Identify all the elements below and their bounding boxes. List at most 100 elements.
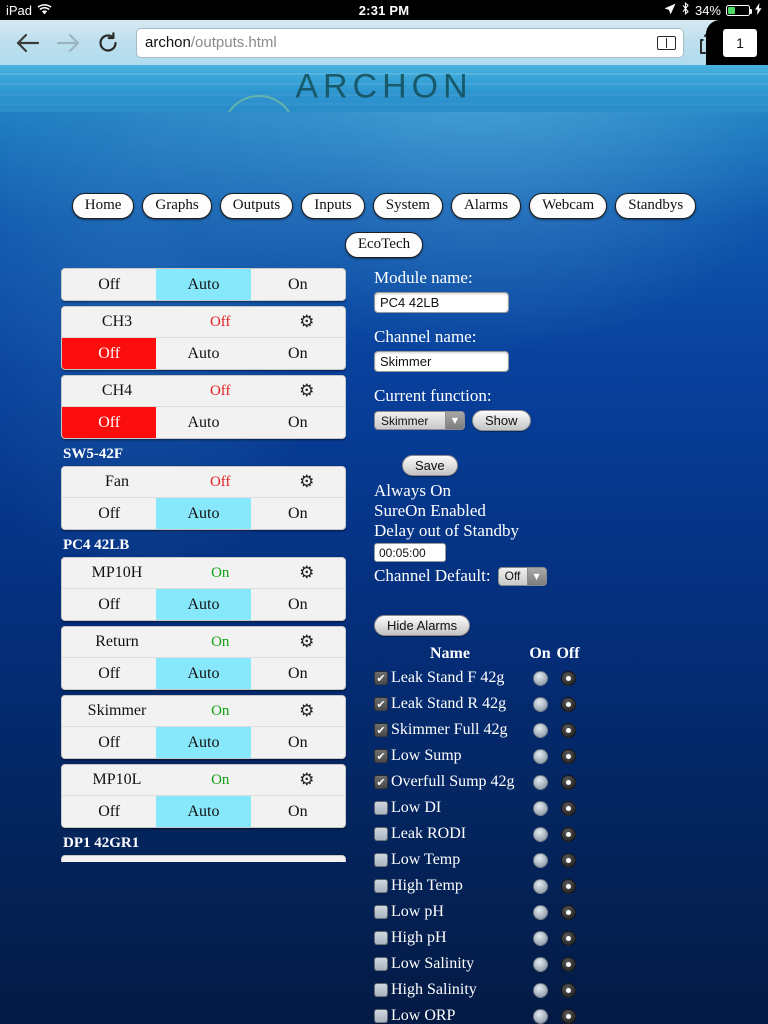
alarm-enable-checkbox[interactable]: ✔ — [374, 697, 388, 712]
channel-mode-on-button[interactable]: On — [251, 338, 345, 369]
alarm-off-radio[interactable] — [560, 670, 576, 686]
alarm-off-radio[interactable] — [560, 956, 576, 972]
channel-mode-on-button[interactable]: On — [251, 727, 345, 758]
alarm-on-radio[interactable] — [532, 800, 548, 816]
gear-icon[interactable]: ⚙ — [270, 382, 343, 400]
channel-mode-auto-button[interactable]: Auto — [156, 727, 251, 758]
alarm-on-radio[interactable] — [532, 670, 548, 686]
alarm-enable-checkbox[interactable] — [374, 983, 388, 998]
tab-count-button[interactable]: 1 — [723, 28, 757, 57]
channel-mode-auto-button[interactable]: Auto — [156, 338, 250, 369]
alarm-off-radio[interactable] — [560, 878, 576, 894]
alarm-on-radio[interactable] — [532, 930, 548, 946]
alarm-enable-checkbox[interactable] — [374, 1009, 388, 1024]
alarm-on-radio[interactable] — [532, 696, 548, 712]
alarm-row: High Temp — [374, 873, 714, 899]
alarm-off-radio[interactable] — [560, 826, 576, 842]
nav-button-system[interactable]: System — [372, 193, 443, 219]
gear-icon[interactable]: ⚙ — [270, 564, 343, 582]
channel-mode-off-button[interactable]: Off — [62, 589, 156, 620]
nav-button-graphs[interactable]: Graphs — [142, 193, 212, 219]
save-button[interactable]: Save — [402, 455, 458, 476]
channel-default-select[interactable]: Off ▼ — [497, 566, 547, 586]
alarm-enable-checkbox[interactable] — [374, 931, 388, 946]
channel-mode-on-button[interactable]: On — [251, 589, 345, 620]
module-name-input[interactable] — [374, 292, 509, 313]
channel-mode-on-button[interactable]: On — [251, 498, 345, 529]
nav-button-webcam[interactable]: Webcam — [529, 193, 608, 219]
channel-mode-off-button[interactable]: Off — [62, 338, 157, 369]
alarm-off-radio[interactable] — [560, 904, 576, 920]
alarm-enable-checkbox[interactable]: ✔ — [374, 671, 388, 686]
back-arrow-icon[interactable] — [8, 23, 48, 63]
alarm-enable-checkbox[interactable] — [374, 879, 388, 894]
alarm-on-radio[interactable] — [532, 956, 548, 972]
alarm-enable-checkbox[interactable] — [374, 905, 388, 920]
alarm-enable-checkbox[interactable] — [374, 853, 388, 868]
address-bar[interactable]: archon/outputs.html — [136, 27, 684, 58]
alarm-off-radio[interactable] — [560, 696, 576, 712]
reader-view-icon[interactable] — [657, 35, 676, 50]
current-function-select[interactable]: Skimmer ▼ — [374, 411, 465, 430]
nav-button-inputs[interactable]: Inputs — [301, 193, 365, 219]
alarm-on-radio[interactable] — [532, 852, 548, 868]
alarm-off-radio[interactable] — [560, 800, 576, 816]
channel-mode-on-button[interactable]: On — [251, 407, 345, 438]
channel-mode-off-button[interactable]: Off — [62, 796, 156, 827]
alarm-off-radio[interactable] — [560, 722, 576, 738]
gear-icon[interactable]: ⚙ — [270, 702, 343, 720]
alarm-off-radio-cell — [554, 956, 582, 972]
show-button[interactable]: Show — [472, 410, 531, 431]
channel-name-input[interactable] — [374, 351, 509, 372]
alarm-on-radio[interactable] — [532, 722, 548, 738]
gear-icon[interactable]: ⚙ — [270, 473, 343, 491]
gear-icon[interactable]: ⚙ — [270, 313, 343, 331]
alarm-enable-checkbox[interactable]: ✔ — [374, 723, 388, 738]
alarm-on-radio[interactable] — [532, 982, 548, 998]
alarm-enable-checkbox[interactable]: ✔ — [374, 775, 388, 790]
alarm-on-radio[interactable] — [532, 826, 548, 842]
alarm-on-radio[interactable] — [532, 1008, 548, 1024]
alarm-off-radio[interactable] — [560, 930, 576, 946]
alarm-on-radio[interactable] — [532, 748, 548, 764]
channel-mode-auto-button[interactable]: Auto — [156, 658, 251, 689]
delay-time-input[interactable] — [374, 543, 446, 563]
alarm-enable-checkbox[interactable] — [374, 827, 388, 842]
alarm-off-radio[interactable] — [560, 852, 576, 868]
hide-alarms-button[interactable]: Hide Alarms — [374, 615, 471, 637]
alarm-off-radio[interactable] — [560, 774, 576, 790]
channel-mode-off-button[interactable]: Off — [62, 498, 156, 529]
channel-mode-off-button[interactable]: Off — [62, 269, 156, 300]
channel-mode-off-button[interactable]: Off — [62, 407, 157, 438]
alarm-off-radio[interactable] — [560, 1008, 576, 1024]
alarm-on-radio[interactable] — [532, 774, 548, 790]
channel-mode-auto-button[interactable]: Auto — [156, 407, 250, 438]
gear-icon[interactable]: ⚙ — [270, 633, 343, 651]
nav-button-home[interactable]: Home — [71, 193, 135, 219]
nav-button-alarms[interactable]: Alarms — [450, 193, 522, 219]
alarm-off-radio[interactable] — [560, 748, 576, 764]
channel-mode-auto-button[interactable]: Auto — [156, 498, 251, 529]
channel-mode-auto-button[interactable]: Auto — [156, 796, 251, 827]
alarm-enable-checkbox[interactable] — [374, 801, 388, 816]
alarm-on-radio[interactable] — [532, 878, 548, 894]
alarm-on-radio-cell — [526, 982, 554, 998]
channel-mode-off-button[interactable]: Off — [62, 658, 156, 689]
channel-mode-auto-button[interactable]: Auto — [156, 269, 251, 300]
channel-mode-on-button[interactable]: On — [251, 269, 345, 300]
reload-icon[interactable] — [88, 23, 128, 63]
alarm-on-radio[interactable] — [532, 904, 548, 920]
nav-button-outputs[interactable]: Outputs — [219, 193, 294, 219]
channel-mode-auto-button[interactable]: Auto — [156, 589, 251, 620]
nav-button-standbys[interactable]: Standbys — [615, 193, 697, 219]
alarm-off-radio[interactable] — [560, 982, 576, 998]
alarm-enable-checkbox[interactable]: ✔ — [374, 749, 388, 764]
channel-mode-off-button[interactable]: Off — [62, 727, 156, 758]
channel-mode-on-button[interactable]: On — [251, 658, 345, 689]
alarm-enable-checkbox[interactable] — [374, 957, 388, 972]
nav-button-ecotech[interactable]: EcoTech — [344, 232, 424, 258]
channel-mode-on-button[interactable]: On — [251, 796, 345, 827]
forward-arrow-icon[interactable] — [48, 23, 88, 63]
alarm-name-label: Leak Stand F 42g — [391, 669, 505, 687]
gear-icon[interactable]: ⚙ — [270, 771, 343, 789]
